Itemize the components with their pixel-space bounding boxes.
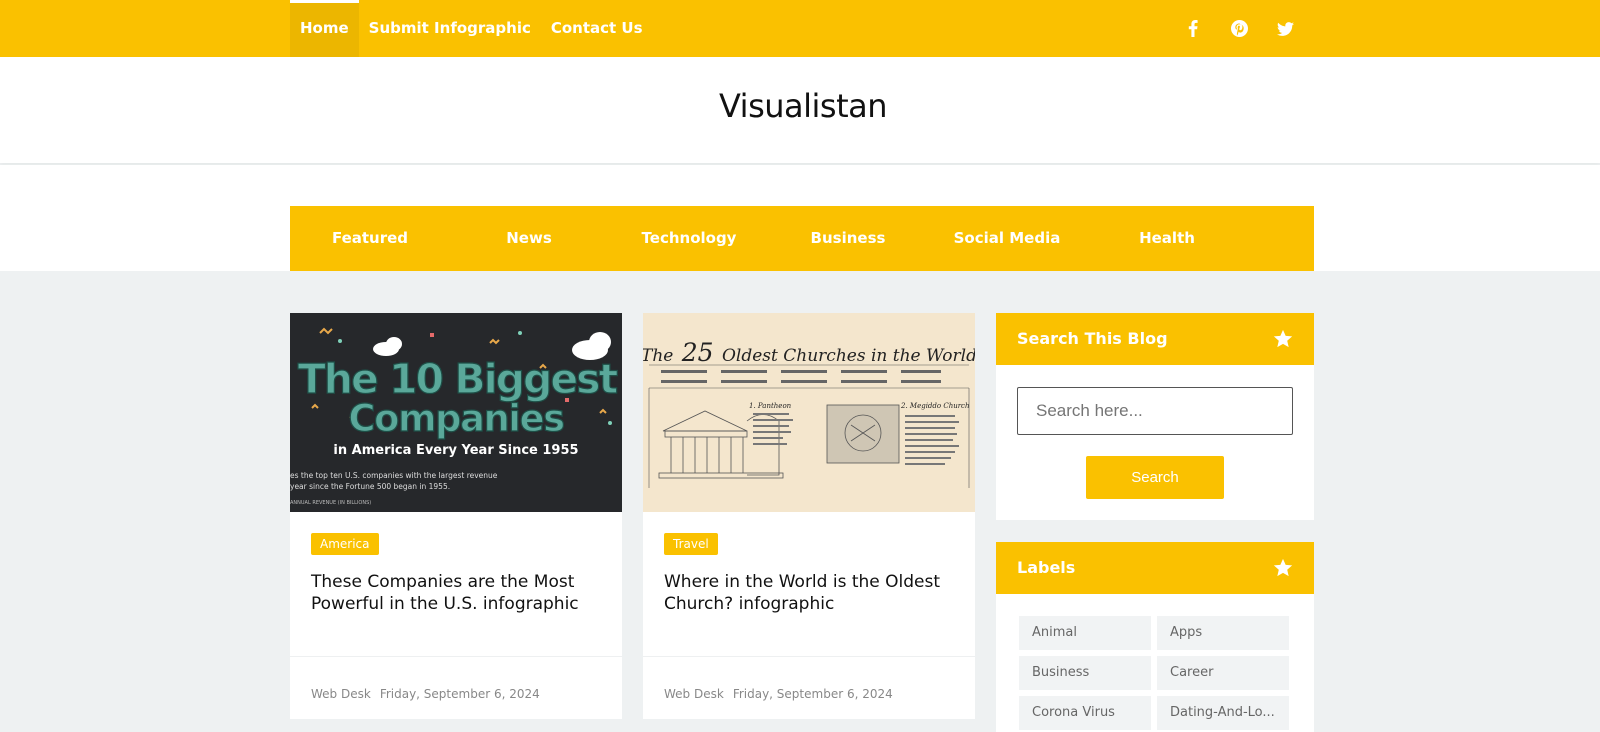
widget-header: Labels bbox=[996, 542, 1314, 594]
post-author[interactable]: Web Desk bbox=[664, 687, 724, 701]
twitter-icon[interactable] bbox=[1272, 16, 1298, 42]
thumb-item-1: 1. Pantheon bbox=[749, 402, 792, 410]
label-item[interactable]: Apps bbox=[1157, 616, 1289, 650]
widget-title: Search This Blog bbox=[1017, 329, 1168, 348]
post-meta: Web Desk Friday, September 6, 2024 bbox=[311, 687, 540, 701]
post-date: Friday, September 6, 2024 bbox=[732, 687, 893, 701]
label-item[interactable]: Animal bbox=[1019, 616, 1151, 650]
post-thumbnail[interactable]: The 25 Oldest Churches in the World 1. P… bbox=[643, 313, 975, 512]
label-item[interactable]: Dating-And-Lo... bbox=[1157, 696, 1289, 730]
post-card: The 10 Biggest Companies in America Ever… bbox=[290, 313, 622, 719]
top-nav-home[interactable]: Home bbox=[290, 0, 359, 57]
thumb-item-2: 2. Megiddo Church bbox=[900, 402, 969, 410]
card-divider bbox=[290, 656, 622, 657]
site-title[interactable]: Visualistan bbox=[0, 87, 1600, 125]
category-featured[interactable]: Featured bbox=[290, 206, 450, 271]
search-widget: Search This Blog Search bbox=[996, 313, 1314, 520]
pinterest-icon[interactable] bbox=[1226, 16, 1252, 42]
category-nav: Featured News Technology Business Social… bbox=[290, 206, 1314, 271]
post-card: The 25 Oldest Churches in the World 1. P… bbox=[643, 313, 975, 719]
search-input[interactable] bbox=[1017, 387, 1293, 435]
label-item[interactable]: Business bbox=[1019, 656, 1151, 690]
star-icon bbox=[1273, 329, 1293, 348]
thumb-headline-line1: The 10 Biggest bbox=[298, 355, 618, 403]
post-author[interactable]: Web Desk bbox=[311, 687, 371, 701]
thumb-title-post: Oldest Churches in the World bbox=[722, 346, 975, 366]
post-tag[interactable]: America bbox=[311, 533, 379, 555]
site-header: Visualistan bbox=[0, 57, 1600, 163]
top-nav-submit-infographic[interactable]: Submit Infographic bbox=[359, 0, 541, 57]
post-tag[interactable]: Travel bbox=[664, 533, 718, 555]
label-item[interactable]: Career bbox=[1157, 656, 1289, 690]
card-divider bbox=[643, 656, 975, 657]
thumb-title-pre: The bbox=[643, 346, 673, 366]
post-meta: Web Desk Friday, September 6, 2024 bbox=[664, 687, 893, 701]
category-health[interactable]: Health bbox=[1087, 206, 1247, 271]
thumb-headline-line2: Companies bbox=[348, 397, 564, 440]
post-thumbnail[interactable]: The 10 Biggest Companies in America Ever… bbox=[290, 313, 622, 512]
post-date: Friday, September 6, 2024 bbox=[379, 687, 540, 701]
top-nav-contact-us[interactable]: Contact Us bbox=[541, 0, 653, 57]
thumb-headline-line3: in America Every Year Since 1955 bbox=[333, 443, 578, 458]
widget-title: Labels bbox=[1017, 558, 1076, 577]
search-button[interactable]: Search bbox=[1086, 456, 1224, 499]
category-social-media[interactable]: Social Media bbox=[927, 206, 1087, 271]
thumb-caption-3: ANNUAL REVENUE (IN BILLIONS) bbox=[290, 500, 371, 506]
category-nav-band: Featured News Technology Business Social… bbox=[0, 165, 1600, 271]
top-nav: Home Submit Infographic Contact Us bbox=[290, 0, 653, 57]
post-title[interactable]: These Companies are the Most Powerful in… bbox=[311, 571, 611, 615]
social-links bbox=[1180, 0, 1298, 57]
thumb-caption-2: year since the Fortune 500 began in 1955… bbox=[290, 482, 450, 491]
category-business[interactable]: Business bbox=[768, 206, 928, 271]
category-technology[interactable]: Technology bbox=[609, 206, 769, 271]
top-bar: Home Submit Infographic Contact Us bbox=[0, 0, 1600, 57]
thumb-caption-1: es the top ten U.S. companies with the l… bbox=[290, 471, 498, 480]
post-title[interactable]: Where in the World is the Oldest Church?… bbox=[664, 571, 964, 615]
labels-widget: Labels Animal Apps Business Career Coron… bbox=[996, 542, 1314, 732]
star-icon bbox=[1273, 558, 1293, 577]
thumb-title-num: 25 bbox=[681, 338, 714, 367]
category-news[interactable]: News bbox=[449, 206, 609, 271]
label-item[interactable]: Corona Virus bbox=[1019, 696, 1151, 730]
facebook-icon[interactable] bbox=[1180, 16, 1206, 42]
widget-header: Search This Blog bbox=[996, 313, 1314, 365]
